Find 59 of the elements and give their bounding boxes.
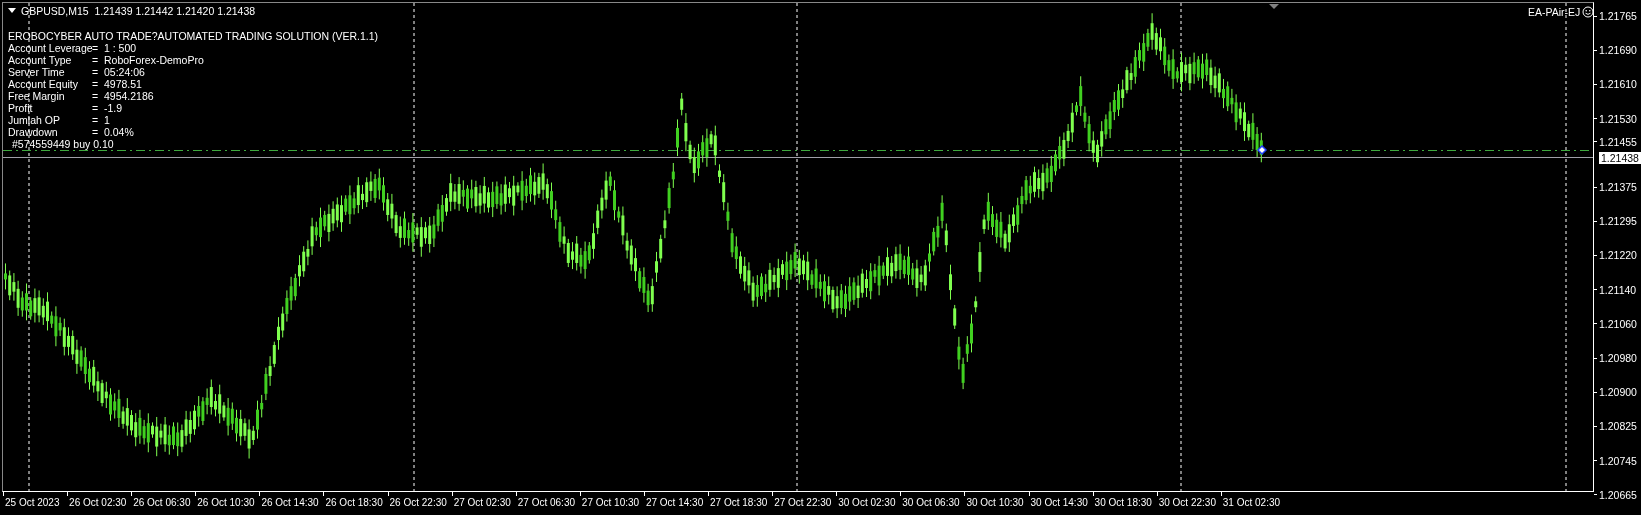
info-value: = 4978.51	[92, 78, 142, 90]
time-label: 30 Oct 10:30	[965, 496, 1025, 510]
time-label: 30 Oct 18:30	[1093, 496, 1153, 510]
price-label: 1.21220	[1599, 249, 1637, 262]
time-label: 26 Oct 22:30	[388, 496, 448, 510]
price-label: 1.20745	[1599, 454, 1637, 467]
price-label: 1.21610	[1599, 78, 1637, 91]
time-label: 25 Oct 2023	[4, 496, 61, 510]
info-label: Free Margin	[8, 90, 66, 102]
time-label: 30 Oct 14:30	[1029, 496, 1089, 510]
order-label: #574559449 buy 0.10	[11, 138, 115, 150]
price-label: 1.20665	[1599, 488, 1637, 501]
order-marker-icon	[1256, 144, 1268, 156]
time-label: 30 Oct 02:30	[837, 496, 897, 510]
info-title: EROBOCYBER AUTO TRADE?AUTOMATED TRADING SOLUTION (VER.1.1)	[8, 30, 379, 42]
time-label: 27 Oct 02:30	[452, 496, 512, 510]
dropdown-icon[interactable]	[8, 8, 16, 14]
info-label: Account Type	[8, 54, 73, 66]
time-label: 27 Oct 06:30	[516, 496, 576, 510]
price-label: 1.21690	[1599, 44, 1637, 57]
time-label: 30 Oct 06:30	[901, 496, 961, 510]
price-label: 1.20980	[1599, 352, 1637, 364]
time-label: 26 Oct 02:30	[68, 496, 128, 510]
info-label: Server Time	[8, 66, 66, 78]
info-label: Profit	[8, 102, 34, 114]
info-label: Account Leverage	[8, 42, 92, 54]
time-label: 31 Oct 02:30	[1221, 496, 1282, 510]
price-label: 1.21375	[1599, 181, 1637, 193]
info-label: Account Equity	[8, 78, 80, 90]
info-value: = 05:24:06	[92, 66, 145, 78]
info-label: Jumlah OP	[8, 114, 61, 126]
current-price-label: 1.21438	[1599, 152, 1641, 164]
time-label: 27 Oct 18:30	[709, 496, 769, 510]
time-label: 26 Oct 18:30	[324, 496, 384, 510]
price-label: 1.21765	[1599, 10, 1637, 22]
info-value: = -1.9	[92, 102, 123, 114]
time-label: 27 Oct 22:30	[773, 496, 833, 510]
price-label: 1.20825	[1599, 420, 1637, 433]
info-value: = 1 : 500	[92, 42, 137, 54]
price-label: 1.21455	[1599, 135, 1637, 148]
info-label: Drawdown	[8, 126, 59, 138]
smiley-icon	[1582, 6, 1595, 18]
price-label: 1.20900	[1599, 386, 1637, 399]
info-value: = 1	[92, 114, 110, 126]
info-value: = 4954.2186	[92, 90, 154, 102]
info-value: = 0.04%	[92, 126, 134, 138]
price-label: 1.21530	[1599, 112, 1637, 125]
price-label: 1.21295	[1599, 215, 1637, 228]
time-label: 26 Oct 14:30	[260, 496, 320, 510]
info-value: = RoboForex-DemoPro	[92, 54, 204, 66]
expert-label: EA-PAir-EJ	[1528, 6, 1581, 18]
time-label: 27 Oct 14:30	[644, 496, 705, 510]
time-label: 30 Oct 22:30	[1157, 496, 1217, 510]
price-label: 1.21140	[1599, 283, 1637, 296]
time-label: 26 Oct 06:30	[132, 496, 192, 510]
symbol-quote-text: GBPUSD,M15 1.21439 1.21442 1.21420 1.21438	[21, 5, 256, 17]
time-label: 27 Oct 10:30	[580, 496, 641, 510]
price-label: 1.21060	[1599, 317, 1637, 330]
time-label: 26 Oct 10:30	[196, 496, 256, 510]
